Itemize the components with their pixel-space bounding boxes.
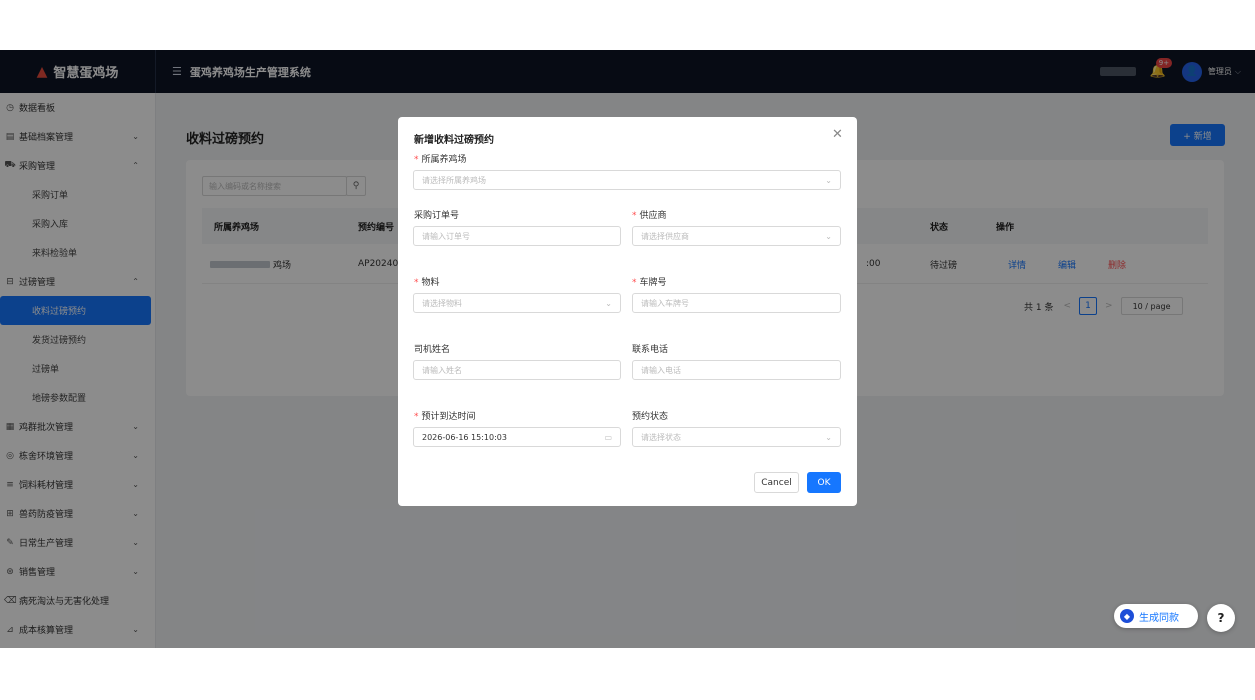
- driver-input[interactable]: 请输入姓名: [413, 360, 621, 380]
- calendar-icon: ▭: [604, 432, 612, 442]
- chevron-down-icon: ⌄: [825, 175, 832, 185]
- arrival-label: * 预计到达时间: [414, 412, 476, 422]
- cancel-button[interactable]: Cancel: [754, 472, 799, 493]
- farm-label: * 所属养鸡场: [414, 155, 467, 165]
- ok-button[interactable]: OK: [807, 472, 841, 493]
- modal-title: 新增收料过磅预约: [414, 135, 494, 146]
- supplier-select[interactable]: 请选择供应商 ⌄: [632, 226, 841, 246]
- plate-label: * 车牌号: [632, 278, 667, 288]
- app-root: ▲ 智慧蛋鸡场 ☰ 蛋鸡养鸡场生产管理系统 🔔 9+ 👤 管理员 ⌵ ◷ 数据看板 …: [0, 50, 1255, 648]
- chevron-down-icon: ⌄: [605, 298, 612, 308]
- material-select[interactable]: 请选择物料 ⌄: [413, 293, 621, 313]
- order-label: 采购订单号: [414, 211, 460, 221]
- help-button[interactable]: ?: [1207, 604, 1235, 632]
- order-input[interactable]: 请输入订单号: [413, 226, 621, 246]
- phone-input[interactable]: 请输入电话: [632, 360, 841, 380]
- add-modal: 新增收料过磅预约 ✕ * 所属养鸡场 请选择所属养鸡场 ⌄ 采购订单号 请输入订单号…: [398, 117, 857, 506]
- phone-label: 联系电话: [632, 345, 669, 355]
- generate-icon: ◆: [1120, 609, 1134, 623]
- close-icon[interactable]: ✕: [832, 127, 843, 142]
- generate-same-button[interactable]: ◆ 生成同款: [1114, 604, 1198, 628]
- chevron-down-icon: ⌄: [825, 432, 832, 442]
- driver-label: 司机姓名: [414, 345, 451, 355]
- status-select[interactable]: 请选择状态 ⌄: [632, 427, 841, 447]
- plate-input[interactable]: 请输入车牌号: [632, 293, 841, 313]
- supplier-label: * 供应商: [632, 211, 667, 221]
- arrival-datetime-picker[interactable]: 2026-06-16 15:10:03 ▭: [413, 427, 621, 447]
- material-label: * 物料: [414, 278, 440, 288]
- farm-select[interactable]: 请选择所属养鸡场 ⌄: [413, 170, 841, 190]
- status-label: 预约状态: [632, 412, 669, 422]
- chevron-down-icon: ⌄: [825, 231, 832, 241]
